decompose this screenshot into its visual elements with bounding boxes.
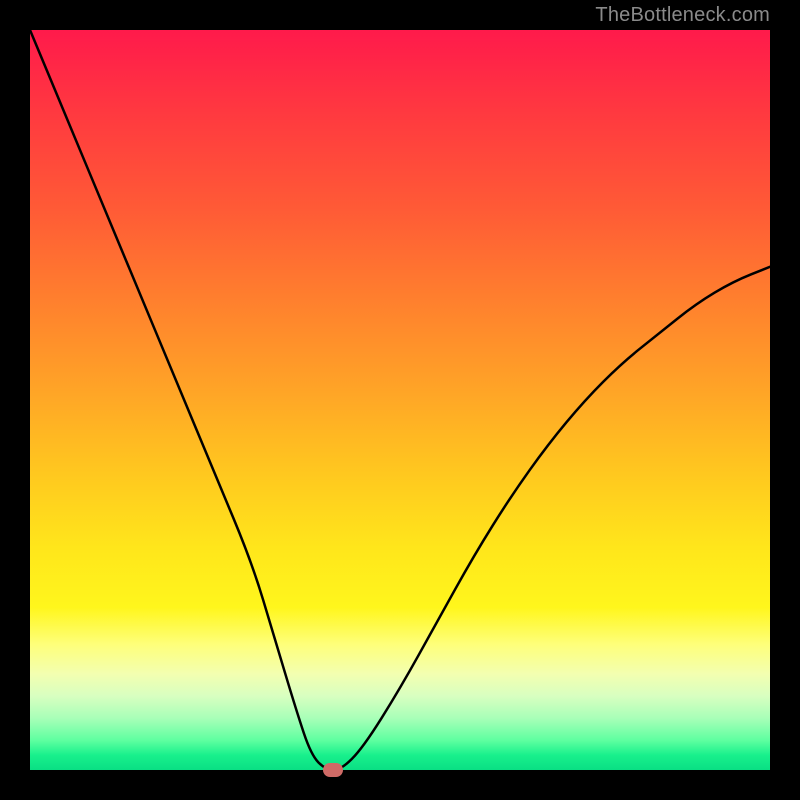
plot-area [30, 30, 770, 770]
optimum-marker [323, 763, 343, 777]
chart-frame: TheBottleneck.com [0, 0, 800, 800]
watermark-text: TheBottleneck.com [595, 4, 770, 27]
curve-svg [30, 30, 770, 770]
bottleneck-curve-path [30, 30, 770, 770]
